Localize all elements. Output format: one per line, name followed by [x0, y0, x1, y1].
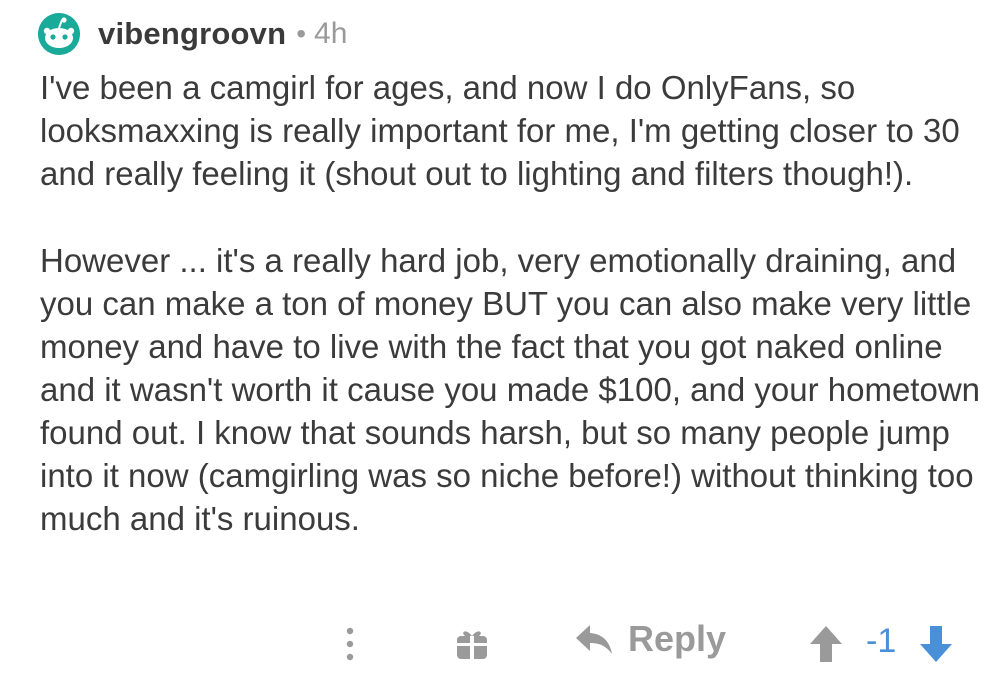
- downvote-arrow-icon: [920, 626, 952, 662]
- username[interactable]: vibengroovn: [98, 16, 286, 52]
- gift-icon: [457, 631, 487, 659]
- comment-body: I've been a camgirl for ages, and now I …: [40, 66, 985, 584]
- upvote-arrow-icon: [810, 626, 842, 662]
- avatar[interactable]: [38, 13, 80, 55]
- comment-header: vibengroovn • 4h: [38, 12, 347, 56]
- vote-score: -1: [866, 622, 897, 660]
- reply-label: Reply: [628, 618, 727, 659]
- downvote-button[interactable]: [918, 624, 954, 664]
- comment-actions: Reply -1: [0, 612, 1000, 676]
- reply-button[interactable]: Reply: [574, 618, 726, 660]
- vertical-ellipsis-icon: [346, 627, 354, 661]
- upvote-button[interactable]: [808, 624, 844, 664]
- give-award-button[interactable]: [454, 626, 490, 662]
- comment: vibengroovn • 4h I've been a camgirl for…: [0, 0, 1000, 688]
- comment-paragraph: I've been a camgirl for ages, and now I …: [40, 69, 960, 192]
- meta-separator: •: [296, 18, 307, 49]
- reply-arrow-icon: [576, 625, 612, 654]
- comment-age: 4h: [314, 17, 348, 50]
- snoo-avatar-icon: [38, 13, 80, 55]
- more-options-button[interactable]: [338, 624, 362, 664]
- comment-paragraph: However ... it's a really hard job, very…: [40, 242, 981, 537]
